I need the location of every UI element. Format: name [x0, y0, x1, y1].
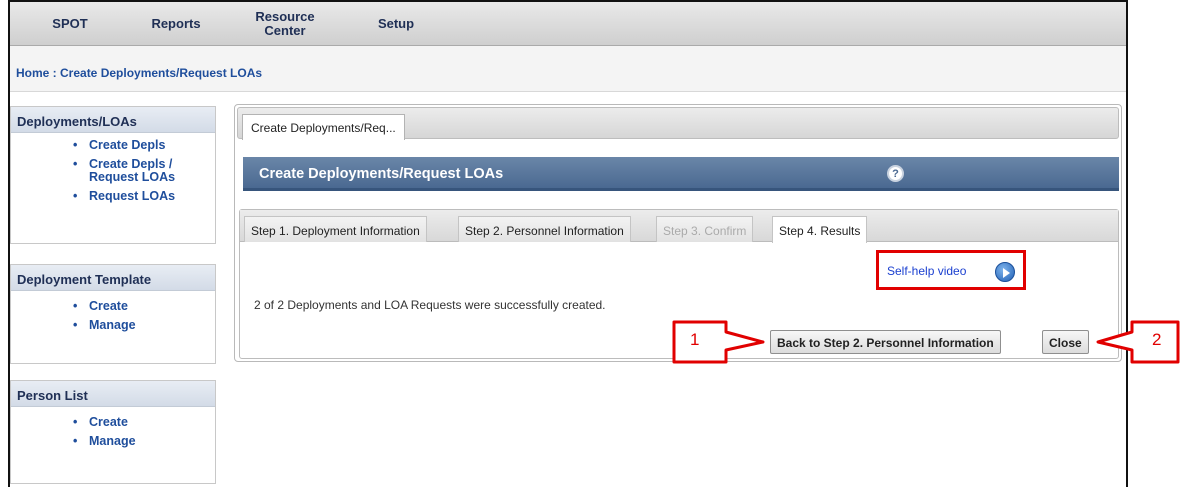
back-to-step-2-button[interactable]: Back to Step 2. Personnel Information [770, 330, 1001, 354]
sidebar-panel-person-list: Person List • Create • Manage [10, 380, 216, 484]
close-button[interactable]: Close [1042, 330, 1089, 354]
sidebar-item-person-create[interactable]: • Create [11, 416, 215, 429]
tab-create-deployments[interactable]: Create Deployments/Req... [242, 114, 405, 140]
callout-1: 1 [668, 314, 778, 370]
success-message: 2 of 2 Deployments and LOA Requests were… [254, 298, 606, 312]
sidebar-panel-title: Deployments/LOAs [11, 107, 215, 133]
self-help-highlight: Self-help video [876, 250, 1026, 290]
sidebar-panel-deployments: Deployments/LOAs • Create Depls • Create D… [10, 106, 216, 244]
tab-step-3: Step 3. Confirm [656, 216, 754, 242]
bullet-icon: • [73, 157, 78, 171]
nav-reports[interactable]: Reports [138, 2, 214, 46]
callout-number: 2 [1152, 330, 1162, 349]
app-frame: SPOT Reports Resource Center Setup Home … [8, 0, 1128, 487]
play-icon[interactable] [995, 262, 1015, 282]
sidebar-item-person-manage[interactable]: • Manage [11, 435, 215, 448]
page-title-bar: Create Deployments/Request LOAs ? [243, 157, 1119, 191]
breadcrumb-bar: Home : Create Deployments/Request LOAs [10, 46, 1126, 92]
self-help-video-link[interactable]: Self-help video [887, 264, 966, 278]
bullet-icon: • [73, 299, 78, 313]
bullet-icon: • [73, 415, 78, 429]
nav-resource-center[interactable]: Resource Center [250, 2, 320, 46]
callout-arrow-icon [672, 320, 765, 364]
top-nav: SPOT Reports Resource Center Setup [10, 2, 1126, 46]
callout-arrow-icon [1096, 320, 1180, 364]
help-icon[interactable]: ? [887, 165, 904, 182]
tab-step-1[interactable]: Step 1. Deployment Information [244, 216, 427, 242]
sidebar-item-create-depls-request-loas[interactable]: • Create Depls / Request LOAs [11, 158, 201, 184]
sidebar-item-template-manage[interactable]: • Manage [11, 319, 215, 332]
tab-step-4[interactable]: Step 4. Results [772, 216, 868, 243]
nav-setup[interactable]: Setup [366, 2, 426, 46]
breadcrumb[interactable]: Home : Create Deployments/Request LOAs [16, 66, 262, 80]
sidebar-item-request-loas[interactable]: • Request LOAs [11, 190, 215, 203]
sidebar-panel-title: Person List [11, 381, 215, 407]
bullet-icon: • [73, 189, 78, 203]
tab-step-2[interactable]: Step 2. Personnel Information [458, 216, 631, 242]
bullet-icon: • [73, 138, 78, 152]
sidebar-panel-deployment-template: Deployment Template • Create • Manage [10, 264, 216, 364]
sidebar-panel-title: Deployment Template [11, 265, 215, 291]
step-tab-bar: Step 1. Deployment Information Step 2. P… [240, 210, 1118, 243]
bullet-icon: • [73, 318, 78, 332]
callout-number: 1 [690, 330, 700, 349]
outer-tab-bar: Create Deployments/Req... [237, 107, 1119, 140]
sidebar-item-template-create[interactable]: • Create [11, 300, 215, 313]
bullet-icon: • [73, 434, 78, 448]
sidebar-item-create-depls[interactable]: • Create Depls [11, 139, 215, 152]
nav-spot[interactable]: SPOT [40, 2, 100, 46]
callout-2: 2 [1094, 314, 1182, 370]
page-title: Create Deployments/Request LOAs [259, 166, 504, 182]
